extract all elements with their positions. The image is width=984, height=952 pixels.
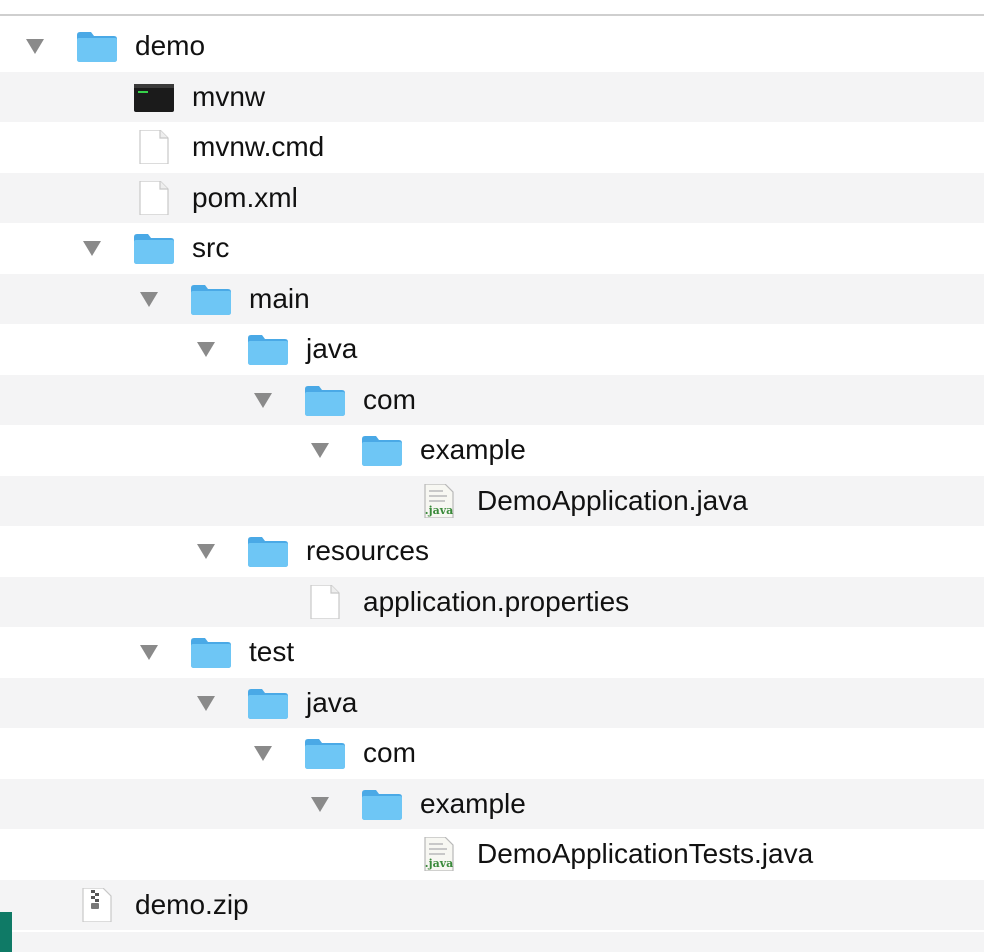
folder-icon <box>246 686 290 720</box>
svg-text:.java: .java <box>425 504 453 517</box>
tree-row-folder[interactable]: resources <box>0 526 984 577</box>
tree-row-folder[interactable]: demo <box>0 21 984 72</box>
tree-row-file[interactable]: pom.xml <box>0 172 984 223</box>
tree-row-folder[interactable]: com <box>0 374 984 425</box>
disclosure-triangle-icon[interactable] <box>83 241 101 256</box>
tree-row-folder[interactable]: example <box>0 425 984 476</box>
tree-item-label: DemoApplicationTests.java <box>477 838 814 869</box>
folder-icon <box>246 332 290 366</box>
tree-row-folder[interactable]: test <box>0 627 984 678</box>
tree-item-label: example <box>420 434 526 465</box>
disclosure-triangle-icon[interactable] <box>254 392 272 408</box>
disclosure-triangle-icon[interactable] <box>140 645 158 660</box>
file-tree: demo mvnw mvnw.cmd pom.xml src main java com exa… <box>0 21 984 930</box>
folder-icon <box>246 534 290 568</box>
tree-row-java[interactable]: .java DemoApplicationTests.java <box>0 829 984 880</box>
folder-icon <box>132 231 176 265</box>
folder-icon <box>189 282 233 316</box>
java-file-icon: .java <box>417 482 461 519</box>
java-file-icon: .java <box>417 836 461 872</box>
tree-item-label: DemoApplication.java <box>477 484 748 516</box>
folder-icon <box>75 29 119 63</box>
tree-row-folder[interactable]: com <box>0 728 984 779</box>
tree-item-label: src <box>192 232 230 263</box>
tree-item-label: java <box>306 333 358 364</box>
tree-row-folder[interactable]: main <box>0 273 984 324</box>
finder-window: demo mvnw mvnw.cmd pom.xml src main java com exa… <box>0 0 984 952</box>
folder-icon <box>189 635 233 669</box>
folder-icon <box>303 383 347 417</box>
tree-item-label: mvnw.cmd <box>192 131 325 162</box>
document-icon <box>303 583 347 620</box>
folder-icon <box>303 736 347 770</box>
tree-row-file[interactable]: mvnw.cmd <box>0 122 984 173</box>
folder-icon <box>360 787 404 821</box>
tree-item-label: application.properties <box>363 585 630 617</box>
tree-item-label: main <box>249 282 310 314</box>
disclosure-triangle-icon[interactable] <box>197 544 215 559</box>
document-icon <box>132 179 176 216</box>
tree-row-java[interactable]: .java DemoApplication.java <box>0 475 984 526</box>
tree-row-zip[interactable]: demo.zip <box>0 879 984 930</box>
tree-row-folder[interactable]: java <box>0 677 984 728</box>
tree-item-label: java <box>306 686 358 718</box>
header-divider <box>0 0 984 16</box>
folder-icon <box>360 433 404 467</box>
tree-item-label: mvnw <box>192 80 266 112</box>
tree-item-label: demo.zip <box>135 888 249 920</box>
tree-item-label: demo <box>135 30 206 61</box>
tree-item-label: pom.xml <box>192 181 298 213</box>
document-icon <box>132 129 176 165</box>
tree-row-folder[interactable]: example <box>0 778 984 829</box>
window-edge-marker <box>0 912 12 952</box>
svg-text:.java: .java <box>425 857 453 870</box>
disclosure-triangle-icon[interactable] <box>26 39 44 54</box>
disclosure-triangle-icon[interactable] <box>197 695 215 711</box>
tree-item-label: test <box>249 636 295 667</box>
tree-item-label: resources <box>306 535 429 566</box>
tree-row-file[interactable]: application.properties <box>0 576 984 627</box>
tree-row-exec[interactable]: mvnw <box>0 71 984 122</box>
disclosure-triangle-icon[interactable] <box>254 746 272 761</box>
tree-row-folder[interactable]: src <box>0 223 984 274</box>
tree-row-folder[interactable]: java <box>0 324 984 375</box>
tree-item-label: com <box>363 383 416 415</box>
disclosure-triangle-icon[interactable] <box>140 291 158 307</box>
tree-item-label: com <box>363 737 416 768</box>
disclosure-triangle-icon[interactable] <box>311 443 329 458</box>
zip-archive-icon <box>75 886 119 923</box>
disclosure-triangle-icon[interactable] <box>311 796 329 812</box>
tree-item-label: example <box>420 787 526 819</box>
terminal-exec-icon <box>132 80 176 114</box>
empty-row <box>0 932 984 952</box>
disclosure-triangle-icon[interactable] <box>197 342 215 357</box>
